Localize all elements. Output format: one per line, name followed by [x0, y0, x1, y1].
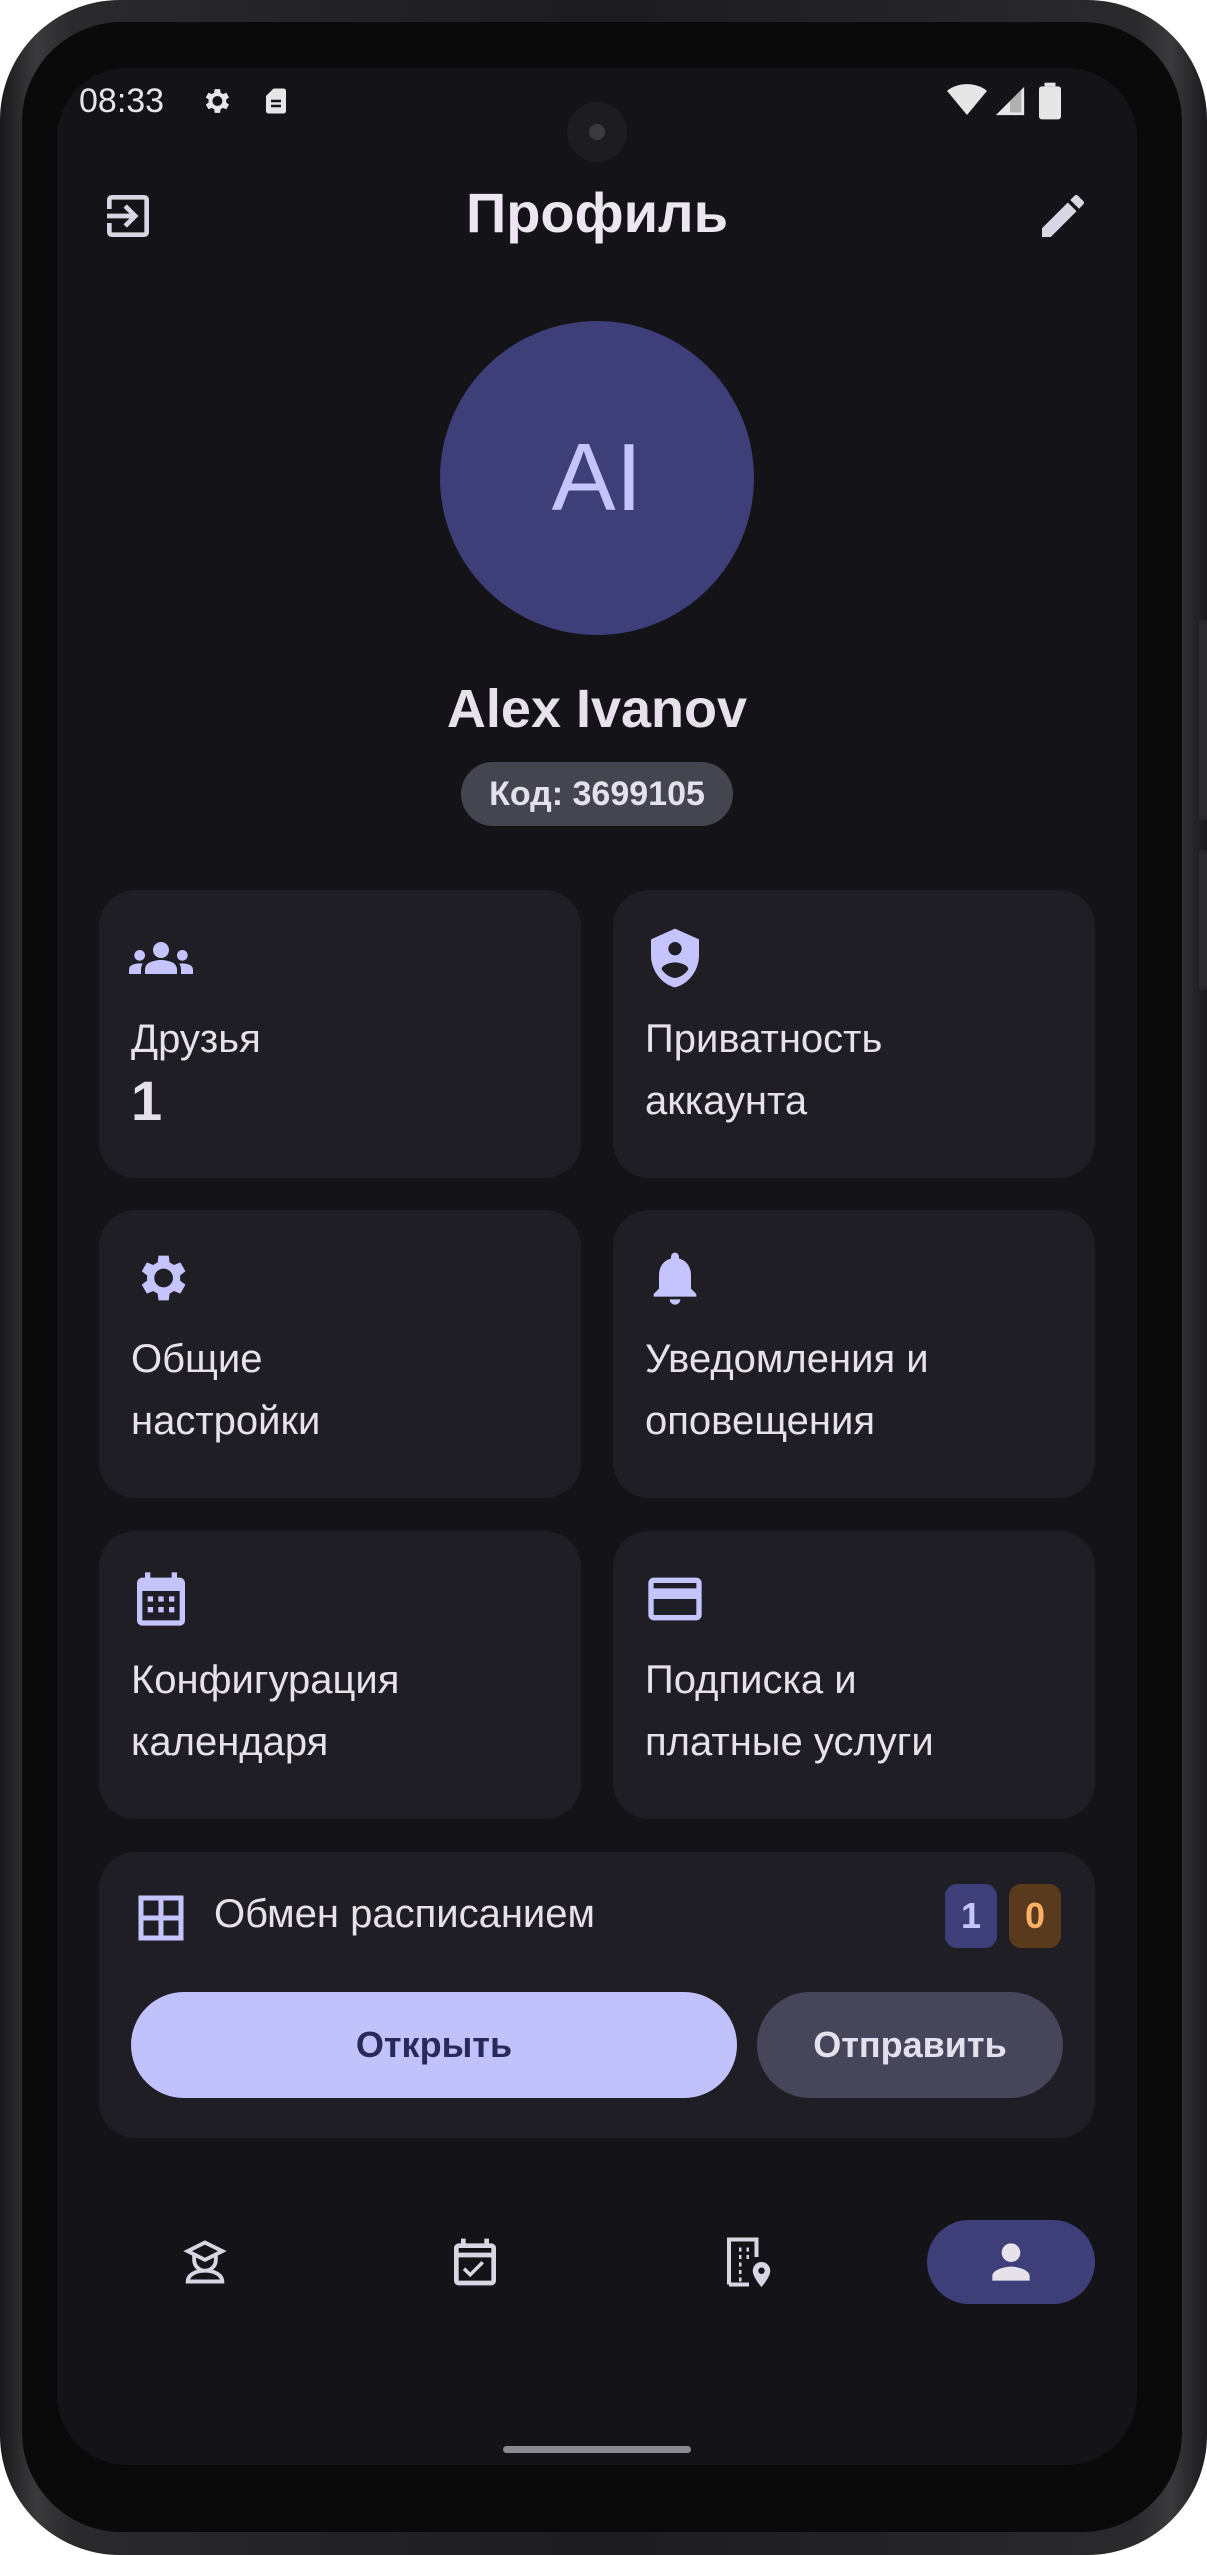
- user-code-chip[interactable]: Код: 3699105: [461, 762, 733, 826]
- power-button: [1199, 850, 1207, 990]
- open-button[interactable]: Открыть: [131, 1992, 737, 2098]
- subscription-card[interactable]: Подписка и платные услуги: [613, 1531, 1095, 1819]
- gear-icon: [199, 84, 233, 123]
- group-icon: [128, 926, 193, 995]
- friends-card[interactable]: Друзья 1: [99, 890, 581, 1178]
- calendar-icon: [129, 1567, 193, 1636]
- edit-pencil-icon: [1042, 194, 1085, 237]
- schedule-share-card: Обмен расписанием 1 0 Открыть Отправить: [99, 1852, 1095, 2138]
- privacy-card[interactable]: Приватность аккаунта: [613, 890, 1095, 1178]
- notifications-card[interactable]: Уведомления и оповещения: [613, 1210, 1095, 1498]
- general-settings-card[interactable]: Общие настройки: [99, 1210, 581, 1498]
- outgoing-count-badge: 0: [1009, 1884, 1061, 1948]
- open-button-label: Открыть: [355, 2024, 513, 2065]
- building-location-icon: [727, 2237, 771, 2287]
- edit-button[interactable]: [1027, 180, 1099, 252]
- person-icon: [992, 2243, 1030, 2281]
- shield-person-icon: [643, 926, 707, 995]
- user-code: Код: 3699105: [489, 774, 705, 813]
- notifications-title: Уведомления и оповещения: [645, 1337, 929, 1443]
- send-button[interactable]: Отправить: [757, 1992, 1063, 2098]
- schedule-share-title: Обмен расписанием: [214, 1892, 596, 1936]
- incoming-count-badge: 1: [945, 1884, 997, 1948]
- nav-item-tasks[interactable]: [391, 2220, 559, 2304]
- avatar[interactable]: AI: [440, 321, 754, 635]
- user-name: Alex Ivanov: [446, 679, 748, 739]
- send-button-label: Отправить: [813, 2024, 1007, 2065]
- status-time: 08:33: [79, 82, 165, 120]
- wifi-icon: [947, 82, 987, 123]
- nav-item-buildings[interactable]: [665, 2220, 833, 2304]
- nav-item-profile[interactable]: [927, 2220, 1095, 2304]
- privacy-title: Приватность аккаунта: [645, 1017, 883, 1123]
- table-grid-icon: [131, 1888, 191, 1953]
- calendar-check-icon: [454, 2238, 496, 2286]
- home-indicator[interactable]: [503, 2446, 691, 2453]
- gear-icon: [129, 1246, 193, 1315]
- credit-card-icon: [643, 1567, 707, 1636]
- screen: 08:33 Профиль AI Alex Ivanov Код: 369910…: [57, 68, 1137, 2465]
- volume-button: [1199, 620, 1207, 820]
- nav-item-student[interactable]: [121, 2220, 289, 2304]
- bell-icon: [643, 1246, 707, 1315]
- subscription-title: Подписка и платные услуги: [645, 1658, 934, 1764]
- signal-icon: [993, 84, 1027, 123]
- friends-count: 1: [131, 1069, 163, 1132]
- sim-card-icon: [261, 86, 291, 121]
- friends-title: Друзья: [131, 1017, 261, 1061]
- calendar-config-title: Конфигурация календаря: [131, 1658, 400, 1764]
- student-icon: [183, 2240, 227, 2284]
- avatar-initials: AI: [551, 424, 643, 531]
- general-settings-title: Общие настройки: [131, 1337, 321, 1443]
- front-camera: [567, 102, 627, 162]
- calendar-config-card[interactable]: Конфигурация календаря: [99, 1531, 581, 1819]
- battery-icon: [1039, 82, 1061, 125]
- page-title: Профиль: [465, 181, 729, 244]
